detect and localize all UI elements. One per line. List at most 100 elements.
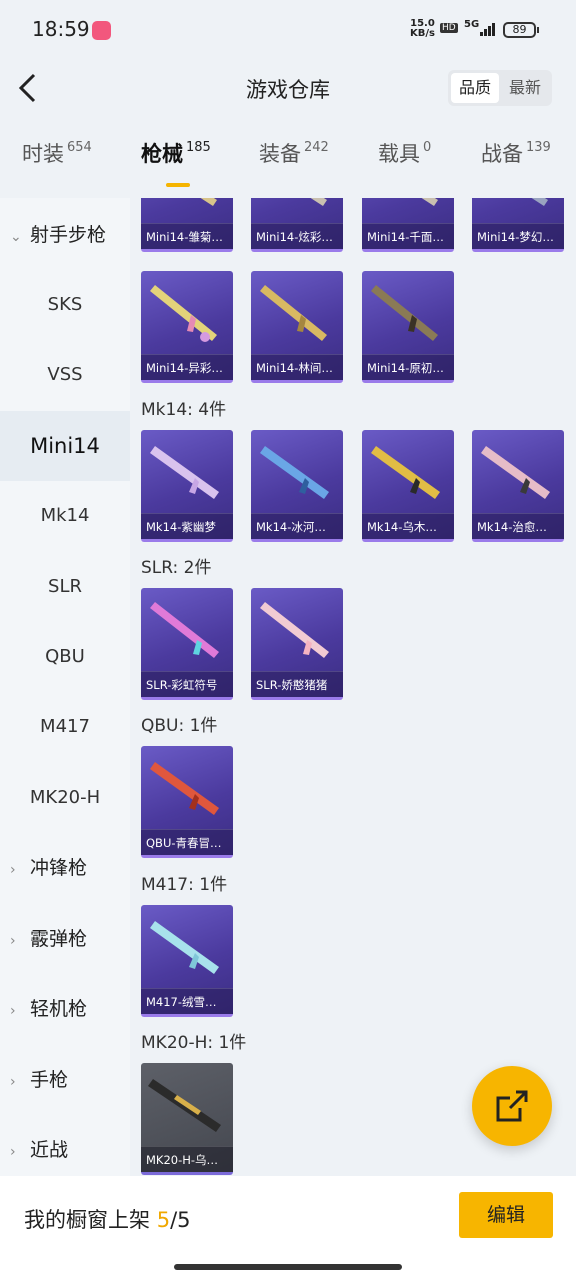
sidebar: ⌄ 射手步枪 SKS VSS Mini14 Mk14 SLR QBU M417 M… bbox=[0, 198, 130, 1176]
rifle-icon bbox=[150, 285, 217, 342]
category-tabs: 时装 654 枪械 185 装备 242 载具 0 战备 139 bbox=[0, 138, 576, 190]
header: 游戏仓库 品质 最新 bbox=[0, 60, 576, 120]
rifle-icon bbox=[150, 602, 219, 658]
showcase-total-count: /5 bbox=[170, 1208, 191, 1232]
tab-count: 654 bbox=[67, 140, 92, 155]
item-card[interactable]: Mk14-乌木… bbox=[362, 430, 454, 542]
rifle-icon bbox=[421, 198, 438, 206]
item-card[interactable]: Mini14-林间… bbox=[251, 271, 343, 383]
item-name: Mk14-乌木… bbox=[362, 513, 454, 539]
sidebar-category-lmg[interactable]: › 轻机枪 bbox=[10, 974, 87, 1044]
tab-label: 枪械 bbox=[141, 142, 183, 166]
section-label-mk14: Mk14: 4件 bbox=[141, 400, 227, 420]
home-indicator[interactable] bbox=[174, 1264, 402, 1270]
tab-vehicles[interactable]: 载具 0 bbox=[378, 138, 431, 190]
item-card[interactable]: M417-绒雪… bbox=[141, 905, 233, 1017]
signal-bars-icon bbox=[476, 22, 496, 36]
tab-supplies[interactable]: 战备 139 bbox=[481, 138, 551, 190]
chevron-right-icon: › bbox=[10, 1074, 16, 1090]
sidebar-category-label: 射手步枪 bbox=[30, 224, 107, 246]
share-button[interactable] bbox=[472, 1066, 552, 1146]
item-name: Mini14-林间… bbox=[251, 354, 343, 380]
section-label-m417: M417: 1件 bbox=[141, 875, 228, 895]
item-card[interactable]: QBU-青春冒… bbox=[141, 746, 233, 858]
sidebar-category-shotgun[interactable]: › 霰弹枪 bbox=[10, 904, 87, 974]
showcase-status: 我的橱窗上架 5/5 bbox=[24, 1204, 191, 1234]
showcase-current-count: 5 bbox=[156, 1208, 171, 1232]
item-card[interactable]: SLR-彩虹符号 bbox=[141, 588, 233, 700]
tab-label: 装备 bbox=[259, 142, 301, 166]
item-card[interactable]: Mini14-雏菊… bbox=[141, 198, 233, 252]
rifle-icon bbox=[481, 446, 550, 499]
item-name: Mini14-原初… bbox=[362, 354, 454, 380]
network-speed: 15.0 KB/s bbox=[410, 19, 435, 39]
item-name: M417-绒雪… bbox=[141, 988, 233, 1014]
sidebar-item-mk20h[interactable]: MK20-H bbox=[0, 763, 130, 833]
rifle-icon bbox=[150, 762, 219, 815]
tab-count: 185 bbox=[186, 140, 211, 155]
rifle-icon bbox=[150, 446, 219, 499]
item-name: Mk14-治愈… bbox=[472, 513, 564, 539]
share-icon bbox=[496, 1090, 528, 1122]
item-card[interactable]: Mini14-异彩… bbox=[141, 271, 233, 383]
item-card[interactable]: Mini14-原初… bbox=[362, 271, 454, 383]
item-name: SLR-娇憨猪猪 bbox=[251, 671, 343, 697]
tab-fashion[interactable]: 时装 654 bbox=[22, 138, 92, 190]
status-bar: 18:59 15.0 KB/s HD 5G 89 bbox=[0, 0, 576, 60]
battery-icon: 89 bbox=[503, 22, 539, 38]
chevron-down-icon: ⌄ bbox=[10, 229, 22, 245]
sidebar-item-slr[interactable]: SLR bbox=[0, 552, 130, 622]
tab-equipment[interactable]: 装备 242 bbox=[259, 138, 329, 190]
sidebar-item-mk14[interactable]: Mk14 bbox=[0, 481, 130, 551]
tab-label: 战备 bbox=[481, 142, 523, 166]
chevron-right-icon: › bbox=[10, 1144, 16, 1160]
rifle-icon bbox=[148, 1079, 221, 1132]
tab-count: 0 bbox=[423, 140, 432, 155]
sidebar-category-marksman[interactable]: ⌄ 射手步枪 bbox=[10, 200, 106, 270]
rifle-icon bbox=[260, 602, 329, 658]
rifle-icon bbox=[531, 198, 548, 206]
item-card[interactable]: SLR-娇憨猪猪 bbox=[251, 588, 343, 700]
sidebar-item-m417[interactable]: M417 bbox=[0, 692, 130, 762]
sidebar-category-label: 近战 bbox=[30, 1139, 69, 1161]
item-card[interactable]: Mk14-冰河… bbox=[251, 430, 343, 542]
item-name: MK20-H-乌… bbox=[141, 1146, 233, 1172]
rifle-icon bbox=[150, 921, 219, 974]
section-label-slr: SLR: 2件 bbox=[141, 558, 212, 578]
sort-quality-button[interactable]: 品质 bbox=[451, 73, 499, 103]
sidebar-category-label: 轻机枪 bbox=[30, 998, 88, 1020]
sidebar-item-sks[interactable]: SKS bbox=[0, 270, 130, 340]
chevron-right-icon: › bbox=[10, 1003, 16, 1019]
sidebar-category-label: 冲锋枪 bbox=[30, 857, 88, 879]
rifle-icon bbox=[200, 198, 217, 206]
item-grid: Mini14-雏菊… Mini14-炫彩… Mini14-千面… Mini14-… bbox=[130, 198, 576, 1176]
tab-label: 时装 bbox=[22, 142, 64, 166]
sidebar-category-smg[interactable]: › 冲锋枪 bbox=[10, 833, 87, 903]
sidebar-category-label: 手枪 bbox=[30, 1069, 69, 1091]
item-card[interactable]: MK20-H-乌… bbox=[141, 1063, 233, 1175]
item-card[interactable]: Mk14-紫幽梦 bbox=[141, 430, 233, 542]
item-name: Mk14-紫幽梦 bbox=[141, 513, 233, 539]
sidebar-category-pistol[interactable]: › 手枪 bbox=[10, 1045, 68, 1115]
page: 18:59 15.0 KB/s HD 5G 89 游戏仓库 品质 最新 时装 65… bbox=[0, 0, 576, 1280]
edit-button[interactable]: 编辑 bbox=[459, 1192, 553, 1238]
item-name: Mini14-异彩… bbox=[141, 354, 233, 380]
sidebar-item-vss[interactable]: VSS bbox=[0, 340, 130, 410]
item-card[interactable]: Mini14-炫彩… bbox=[251, 198, 343, 252]
sidebar-item-mini14[interactable]: Mini14 bbox=[0, 411, 130, 481]
sidebar-category-melee[interactable]: › 近战 bbox=[10, 1115, 68, 1176]
chevron-right-icon: › bbox=[10, 862, 16, 878]
active-tab-indicator bbox=[166, 183, 190, 187]
app-notification-icon bbox=[92, 21, 111, 40]
sidebar-item-qbu[interactable]: QBU bbox=[0, 622, 130, 692]
item-name: Mini14-雏菊… bbox=[141, 223, 233, 249]
rifle-icon bbox=[310, 198, 327, 206]
rifle-icon bbox=[371, 446, 440, 499]
rifle-icon bbox=[260, 285, 327, 341]
sort-toggle: 品质 最新 bbox=[448, 70, 552, 106]
item-card[interactable]: Mini14-梦幻… bbox=[472, 198, 564, 252]
item-card[interactable]: Mk14-治愈… bbox=[472, 430, 564, 542]
section-label-qbu: QBU: 1件 bbox=[141, 716, 218, 736]
item-card[interactable]: Mini14-千面… bbox=[362, 198, 454, 252]
sort-newest-button[interactable]: 最新 bbox=[501, 73, 549, 103]
